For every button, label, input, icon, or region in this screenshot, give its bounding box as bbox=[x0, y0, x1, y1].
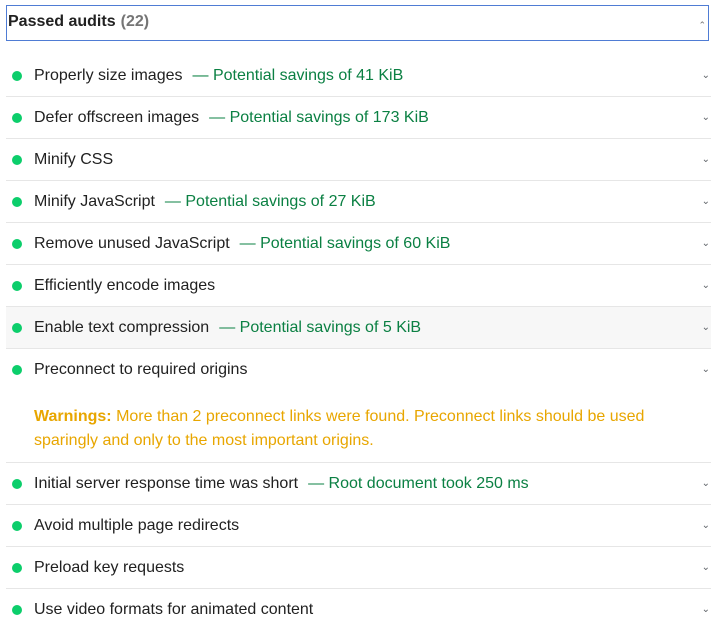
chevron-down-icon[interactable]: ⌄ bbox=[702, 196, 710, 207]
chevron-down-icon[interactable]: ⌄ bbox=[702, 562, 710, 573]
audit-savings: — Root document took 250 ms bbox=[308, 475, 529, 492]
audit-row[interactable]: Minify CSS ⌄ bbox=[6, 139, 711, 181]
pass-dot-icon bbox=[12, 479, 22, 489]
audit-row[interactable]: Enable text compression — Potential savin… bbox=[6, 307, 711, 349]
audit-row[interactable]: Use video formats for animated content ⌄ bbox=[6, 589, 711, 631]
chevron-down-icon[interactable]: ⌄ bbox=[702, 604, 710, 615]
chevron-down-icon[interactable]: ⌄ bbox=[702, 478, 710, 489]
pass-dot-icon bbox=[12, 521, 22, 531]
audit-title: Efficiently encode images bbox=[34, 277, 216, 294]
audit-savings: — Potential savings of 41 KiB bbox=[192, 67, 404, 84]
audit-title: Remove unused JavaScript — Potential savi… bbox=[34, 235, 451, 252]
audit-row[interactable]: Remove unused JavaScript — Potential savi… bbox=[6, 223, 711, 265]
pass-dot-icon bbox=[12, 197, 22, 207]
audit-title: Avoid multiple page redirects bbox=[34, 517, 240, 534]
warning-text: More than 2 preconnect links were found.… bbox=[34, 408, 645, 449]
audit-title: Preconnect to required origins bbox=[34, 361, 248, 378]
pass-dot-icon bbox=[12, 113, 22, 123]
audit-row[interactable]: Properly size images — Potential savings … bbox=[6, 55, 711, 97]
audit-savings: — Potential savings of 173 KiB bbox=[209, 109, 429, 126]
passed-audits-title: Passed audits bbox=[8, 13, 116, 30]
chevron-down-icon[interactable]: ⌄ bbox=[702, 364, 710, 375]
audit-savings: — Potential savings of 27 KiB bbox=[164, 193, 376, 210]
audit-title: Initial server response time was short — … bbox=[34, 475, 529, 492]
audit-warning: Warnings: More than 2 preconnect links w… bbox=[34, 405, 674, 453]
chevron-down-icon[interactable]: ⌄ bbox=[702, 154, 710, 165]
chevron-down-icon[interactable]: ⌄ bbox=[702, 322, 710, 333]
chevron-down-icon[interactable]: ⌄ bbox=[702, 238, 710, 249]
chevron-down-icon[interactable]: ⌄ bbox=[702, 112, 710, 123]
audit-row[interactable]: Avoid multiple page redirects ⌄ bbox=[6, 505, 711, 547]
passed-audits-header[interactable]: Passed audits (22) ⌃ bbox=[6, 5, 709, 41]
audit-row[interactable]: Efficiently encode images ⌄ bbox=[6, 265, 711, 307]
pass-dot-icon bbox=[12, 239, 22, 249]
audit-list: Properly size images — Potential savings … bbox=[6, 55, 711, 631]
pass-dot-icon bbox=[12, 281, 22, 291]
audit-title: Use video formats for animated content bbox=[34, 601, 314, 618]
audit-savings: — Potential savings of 5 KiB bbox=[219, 319, 422, 336]
chevron-up-icon[interactable]: ⌃ bbox=[698, 20, 706, 31]
chevron-down-icon[interactable]: ⌄ bbox=[702, 520, 710, 531]
chevron-down-icon[interactable]: ⌄ bbox=[702, 70, 710, 81]
audit-row[interactable]: Preload key requests ⌄ bbox=[6, 547, 711, 589]
pass-dot-icon bbox=[12, 323, 22, 333]
audit-row[interactable]: Initial server response time was short — … bbox=[6, 463, 711, 505]
chevron-down-icon[interactable]: ⌄ bbox=[702, 280, 710, 291]
audit-title: Minify JavaScript — Potential savings of … bbox=[34, 193, 376, 210]
warning-label: Warnings: bbox=[34, 408, 112, 425]
audit-row[interactable]: Preconnect to required origins ⌄ Warning… bbox=[6, 349, 711, 463]
audit-title: Enable text compression — Potential savin… bbox=[34, 319, 422, 336]
passed-audits-count: (22) bbox=[120, 13, 150, 30]
pass-dot-icon bbox=[12, 365, 22, 375]
audit-savings: — Potential savings of 60 KiB bbox=[239, 235, 451, 252]
audit-row[interactable]: Defer offscreen images — Potential saving… bbox=[6, 97, 711, 139]
audit-title: Defer offscreen images — Potential saving… bbox=[34, 109, 429, 126]
audit-title: Preload key requests bbox=[34, 559, 185, 576]
audit-title: Minify CSS bbox=[34, 151, 114, 168]
audit-row[interactable]: Minify JavaScript — Potential savings of … bbox=[6, 181, 711, 223]
pass-dot-icon bbox=[12, 71, 22, 81]
audit-title: Properly size images — Potential savings … bbox=[34, 67, 404, 84]
pass-dot-icon bbox=[12, 563, 22, 573]
pass-dot-icon bbox=[12, 605, 22, 615]
pass-dot-icon bbox=[12, 155, 22, 165]
